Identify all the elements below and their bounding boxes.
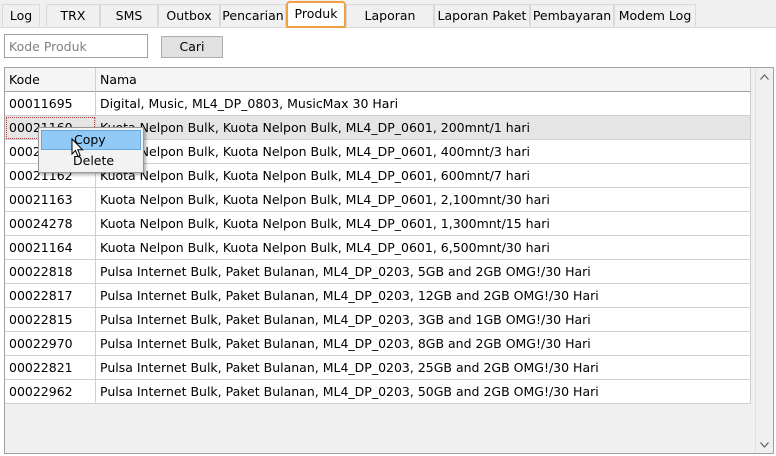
cell-kode: 00022962 <box>5 380 96 404</box>
context-menu: Copy Delete <box>38 127 144 173</box>
tab-laporan-pulsa[interactable]: Laporan Pulsa <box>346 4 434 45</box>
cell-kode: 00022821 <box>5 356 96 380</box>
cell-nama: Pulsa Internet Bulk, Paket Bulanan, ML4_… <box>96 356 751 380</box>
cell-nama: Pulsa Internet Bulk, Paket Bulanan, ML4_… <box>96 284 751 308</box>
table-row[interactable]: 00022821 Pulsa Internet Bulk, Paket Bulan… <box>5 356 751 380</box>
tab-pencarian[interactable]: Pencarian <box>220 4 286 26</box>
cell-kode: 00022818 <box>5 260 96 284</box>
tab-pembayaran[interactable]: Pembayaran <box>530 4 614 26</box>
tab-sms[interactable]: SMS <box>100 4 158 26</box>
cell-nama: Pulsa Internet Bulk, Paket Bulanan, ML4_… <box>96 308 751 332</box>
table-row[interactable]: 00022962 Pulsa Internet Bulk, Paket Bulan… <box>5 380 751 404</box>
cell-nama: Kuota Nelpon Bulk, Kuota Nelpon Bulk, ML… <box>96 164 751 188</box>
cell-nama: Pulsa Internet Bulk, Paket Bulanan, ML4_… <box>96 332 751 356</box>
vertical-scrollbar[interactable] <box>755 68 773 453</box>
cell-kode: 00011695 <box>5 92 96 116</box>
cell-nama: Kuota Nelpon Bulk, Kuota Nelpon Bulk, ML… <box>96 212 751 236</box>
cell-nama: Kuota Nelpon Bulk, Kuota Nelpon Bulk, ML… <box>96 188 751 212</box>
cell-kode: 00022817 <box>5 284 96 308</box>
scroll-up-arrow-icon[interactable] <box>756 68 773 85</box>
tab-outbox[interactable]: Outbox <box>158 4 220 26</box>
kode-produk-input[interactable] <box>4 34 148 58</box>
cell-nama: Pulsa Internet Bulk, Paket Bulanan, ML4_… <box>96 260 751 284</box>
cell-kode: 00021164 <box>5 236 96 260</box>
grid-header: Kode Nama <box>5 68 751 92</box>
cell-nama: Pulsa Internet Bulk, Paket Bulanan, ML4_… <box>96 380 751 404</box>
tab-strip: Log TRX SMS Outbox Pencarian Produk Lapo… <box>0 0 776 45</box>
cell-kode: 00022815 <box>5 308 96 332</box>
cari-button[interactable]: Cari <box>161 36 223 58</box>
table-row[interactable]: 00022817 Pulsa Internet Bulk, Paket Bulan… <box>5 284 751 308</box>
cell-kode: 00021163 <box>5 188 96 212</box>
tab-produk[interactable]: Produk <box>286 1 346 28</box>
cell-nama: Digital, Music, ML4_DP_0803, MusicMax 30… <box>96 92 751 116</box>
cell-kode: 00024278 <box>5 212 96 236</box>
tab-modem-log[interactable]: Modem Log <box>614 4 696 26</box>
table-row[interactable]: 00021163 Kuota Nelpon Bulk, Kuota Nelpon … <box>5 188 751 212</box>
column-header-nama[interactable]: Nama <box>96 68 751 92</box>
tab-laporan-paket[interactable]: Laporan Paket <box>434 4 530 26</box>
cell-nama: Kuota Nelpon Bulk, Kuota Nelpon Bulk, ML… <box>96 140 751 164</box>
scroll-down-arrow-icon[interactable] <box>756 436 773 453</box>
cell-nama: Kuota Nelpon Bulk, Kuota Nelpon Bulk, ML… <box>96 116 751 140</box>
context-menu-copy[interactable]: Copy <box>41 130 141 150</box>
cell-nama: Kuota Nelpon Bulk, Kuota Nelpon Bulk, ML… <box>96 236 751 260</box>
produk-grid: Kode Nama 00011695 Digital, Music, ML4_DP… <box>4 67 774 454</box>
table-row[interactable]: 00022815 Pulsa Internet Bulk, Paket Bulan… <box>5 308 751 332</box>
table-row[interactable]: 00024278 Kuota Nelpon Bulk, Kuota Nelpon … <box>5 212 751 236</box>
tab-trx[interactable]: TRX <box>46 4 100 26</box>
cell-kode: 00022970 <box>5 332 96 356</box>
mouse-pointer-icon <box>71 137 84 161</box>
column-header-kode[interactable]: Kode <box>5 68 96 92</box>
table-row[interactable]: 00022818 Pulsa Internet Bulk, Paket Bulan… <box>5 260 751 284</box>
context-menu-delete[interactable]: Delete <box>41 151 141 171</box>
table-row[interactable]: 00011695 Digital, Music, ML4_DP_0803, Mus… <box>5 92 751 116</box>
table-row[interactable]: 00022970 Pulsa Internet Bulk, Paket Bulan… <box>5 332 751 356</box>
tab-log[interactable]: Log <box>2 4 40 26</box>
table-row[interactable]: 00021164 Kuota Nelpon Bulk, Kuota Nelpon … <box>5 236 751 260</box>
